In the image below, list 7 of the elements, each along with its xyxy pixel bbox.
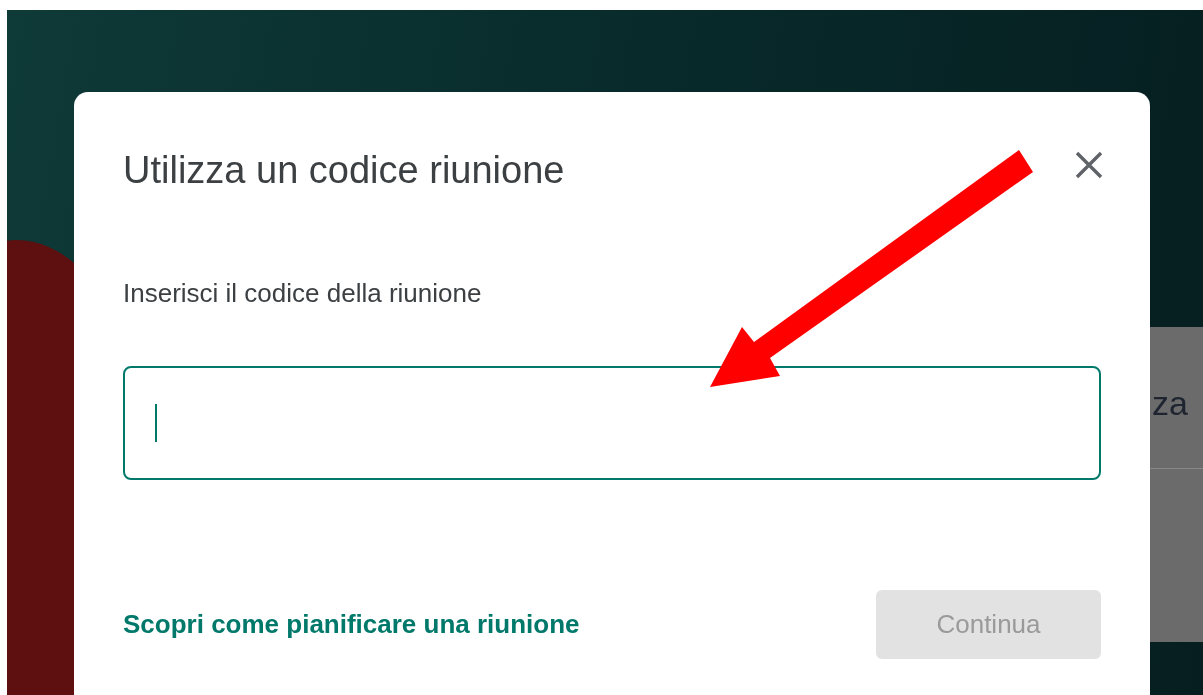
close-icon[interactable]: [1074, 150, 1104, 180]
help-link[interactable]: Scopri come pianificare una riunione: [123, 604, 580, 644]
code-input-field[interactable]: [123, 365, 1101, 480]
field-label: Inserisci il codice della riunione: [123, 276, 483, 310]
background-text: za: [1152, 383, 1188, 424]
dialog-title: Utilizza un codice riunione: [123, 148, 565, 193]
text-cursor: [155, 403, 157, 442]
